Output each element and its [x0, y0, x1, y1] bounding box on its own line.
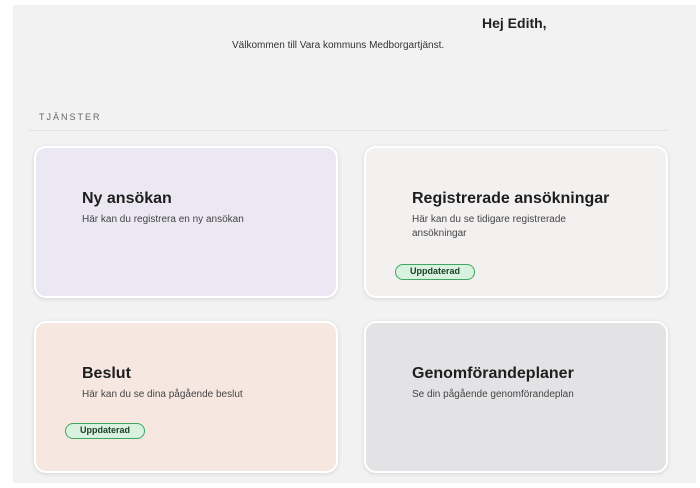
card-description: Här kan du registrera en ny ansökan: [82, 214, 244, 225]
card-decisions[interactable]: Beslut Här kan du se dina pågående beslu…: [34, 321, 338, 473]
card-implementation-plans[interactable]: Genomförandeplaner Se din pågående genom…: [364, 321, 668, 473]
status-badge-updated: Uppdaterad: [65, 423, 145, 439]
card-description: Se din pågående genomförandeplan: [412, 389, 574, 400]
card-title: Ny ansökan: [82, 190, 172, 207]
status-badge-updated: Uppdaterad: [395, 264, 475, 280]
card-registered-applications[interactable]: Registrerade ansökningar Här kan du se t…: [364, 146, 668, 298]
welcome-text: Välkommen till Vara kommuns Medborgartjä…: [232, 40, 445, 51]
card-title: Genomförandeplaner: [412, 365, 574, 382]
card-title: Beslut: [82, 365, 131, 382]
card-title: Registrerade ansökningar: [412, 190, 610, 207]
card-new-application[interactable]: Ny ansökan Här kan du registrera en ny a…: [34, 146, 338, 298]
card-description: Här kan du se dina pågående beslut: [82, 389, 243, 400]
section-label-services: TJÄNSTER: [39, 112, 102, 122]
greeting-heading: Hej Edith,: [482, 15, 547, 31]
card-description: Här kan du se tidigare registrerade ansö…: [412, 214, 566, 239]
section-divider: [29, 130, 668, 131]
